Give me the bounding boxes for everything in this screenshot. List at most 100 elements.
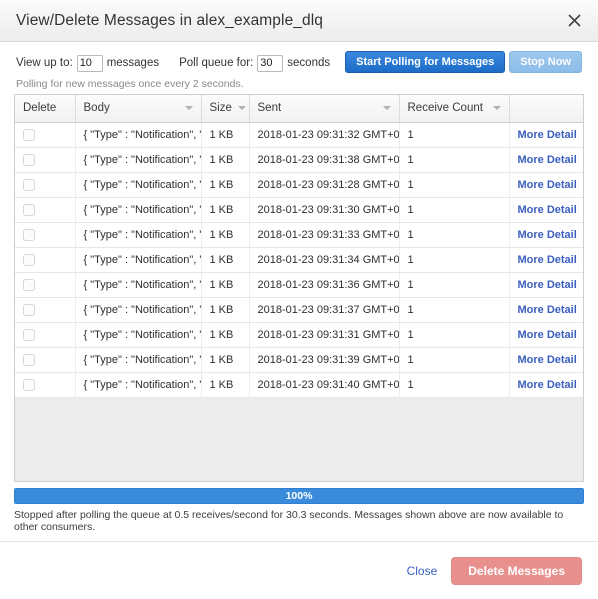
delete-cell <box>15 147 76 173</box>
body-cell: { "Type" : "Notification", "Me <box>75 297 202 323</box>
toolbar-buttons: Start Polling for Messages Stop Now <box>345 51 582 73</box>
size-cell: 1 KB <box>201 222 250 248</box>
table-row[interactable]: { "Type" : "Notification", "Me1 KB2018-0… <box>15 147 583 173</box>
more-detail-link[interactable]: More Detail <box>518 204 577 216</box>
more-detail-link[interactable]: More Detail <box>518 254 577 266</box>
stop-now-button[interactable]: Stop Now <box>509 51 582 73</box>
column-header-label: Receive Count <box>407 102 483 115</box>
detail-cell: More Detail <box>509 297 583 323</box>
row-delete-checkbox[interactable] <box>23 353 35 366</box>
table-row[interactable]: { "Type" : "Notification", "Me1 KB2018-0… <box>15 222 583 248</box>
chevron-down-icon[interactable] <box>492 106 501 111</box>
polling-progress-fill: 100% <box>15 489 583 503</box>
row-delete-checkbox[interactable] <box>23 303 35 316</box>
more-detail-link[interactable]: More Detail <box>518 229 577 241</box>
polling-toolbar: View up to: messages Poll queue for: sec… <box>0 42 598 90</box>
chevron-down-icon[interactable] <box>237 106 246 111</box>
more-detail-link[interactable]: More Detail <box>518 329 577 341</box>
table-header-row: Delete Body Size Sent Receive Count <box>15 95 583 123</box>
detail-cell: More Detail <box>509 122 583 148</box>
delete-cell <box>15 222 76 248</box>
more-detail-link[interactable]: More Detail <box>518 129 577 141</box>
size-cell: 1 KB <box>201 347 250 373</box>
more-detail-link[interactable]: More Detail <box>518 304 577 316</box>
more-detail-link[interactable]: More Detail <box>518 379 577 391</box>
row-delete-checkbox[interactable] <box>23 328 35 341</box>
chevron-down-icon[interactable] <box>184 106 193 111</box>
sent-cell: 2018-01-23 09:31:38 GMT+00:00 <box>249 147 400 173</box>
sent-cell: 2018-01-23 09:31:34 GMT+00:00 <box>249 247 400 273</box>
row-delete-checkbox[interactable] <box>23 378 35 391</box>
detail-cell: More Detail <box>509 172 583 198</box>
sent-cell: 2018-01-23 09:31:30 GMT+00:00 <box>249 197 400 223</box>
body-cell: { "Type" : "Notification", "Me <box>75 272 202 298</box>
detail-cell: More Detail <box>509 197 583 223</box>
row-delete-checkbox[interactable] <box>23 178 35 191</box>
seconds-label: seconds <box>287 57 331 69</box>
table-row[interactable]: { "Type" : "Notification", "Me1 KB2018-0… <box>15 372 583 398</box>
size-cell: 1 KB <box>201 372 250 398</box>
delete-cell <box>15 197 76 223</box>
chevron-down-icon[interactable] <box>382 106 391 111</box>
table-row[interactable]: { "Type" : "Notification", "Me1 KB2018-0… <box>15 297 583 323</box>
messages-table: Delete Body Size Sent Receive Count { "Type"… <box>15 95 583 398</box>
body-cell: { "Type" : "Notification", "Me <box>75 322 202 348</box>
start-polling-button[interactable]: Start Polling for Messages <box>345 51 506 73</box>
row-delete-checkbox[interactable] <box>23 153 35 166</box>
receive-count-cell: 1 <box>399 347 510 373</box>
view-delete-messages-dialog: View/Delete Messages in alex_example_dlq… <box>0 0 598 599</box>
receive-count-cell: 1 <box>399 272 510 298</box>
table-row[interactable]: { "Type" : "Notification", "Me1 KB2018-0… <box>15 322 583 348</box>
polling-status-message: Stopped after polling the queue at 0.5 r… <box>14 509 564 533</box>
column-header-receive-count[interactable]: Receive Count <box>399 95 510 123</box>
messages-table-body: { "Type" : "Notification", "Me1 KB2018-0… <box>15 122 583 398</box>
table-row[interactable]: { "Type" : "Notification", "Me1 KB2018-0… <box>15 347 583 373</box>
size-cell: 1 KB <box>201 297 250 323</box>
detail-cell: More Detail <box>509 272 583 298</box>
more-detail-link[interactable]: More Detail <box>518 354 577 366</box>
dialog-title: View/Delete Messages in alex_example_dlq <box>16 11 323 29</box>
row-delete-checkbox[interactable] <box>23 278 35 291</box>
delete-cell <box>15 122 76 148</box>
body-cell: { "Type" : "Notification", "Me <box>75 372 202 398</box>
body-cell: { "Type" : "Notification", "Me <box>75 222 202 248</box>
row-delete-checkbox[interactable] <box>23 253 35 266</box>
close-button[interactable]: Close <box>407 564 438 578</box>
delete-messages-button[interactable]: Delete Messages <box>451 556 582 585</box>
size-cell: 1 KB <box>201 322 250 348</box>
column-header-size[interactable]: Size <box>201 95 250 123</box>
poll-queue-input[interactable] <box>257 54 284 72</box>
row-delete-checkbox[interactable] <box>23 228 35 241</box>
more-detail-link[interactable]: More Detail <box>518 179 577 191</box>
view-up-to-input[interactable] <box>76 54 103 72</box>
sent-cell: 2018-01-23 09:31:40 GMT+00:00 <box>249 372 400 398</box>
receive-count-cell: 1 <box>399 322 510 348</box>
size-cell: 1 KB <box>201 272 250 298</box>
column-header-body[interactable]: Body <box>75 95 202 123</box>
receive-count-cell: 1 <box>399 147 510 173</box>
detail-cell: More Detail <box>509 247 583 273</box>
delete-cell <box>15 247 76 273</box>
sent-cell: 2018-01-23 09:31:36 GMT+00:00 <box>249 272 400 298</box>
sent-cell: 2018-01-23 09:31:39 GMT+00:00 <box>249 347 400 373</box>
table-row[interactable]: { "Type" : "Notification", "Me1 KB2018-0… <box>15 197 583 223</box>
table-row[interactable]: { "Type" : "Notification", "Me1 KB2018-0… <box>15 247 583 273</box>
close-icon[interactable] <box>563 10 585 32</box>
detail-cell: More Detail <box>509 372 583 398</box>
table-row[interactable]: { "Type" : "Notification", "Me1 KB2018-0… <box>15 272 583 298</box>
delete-cell <box>15 272 76 298</box>
body-cell: { "Type" : "Notification", "Me <box>75 247 202 273</box>
column-header-actions <box>509 95 583 123</box>
row-delete-checkbox[interactable] <box>23 203 35 216</box>
more-detail-link[interactable]: More Detail <box>518 279 577 291</box>
body-cell: { "Type" : "Notification", "Me <box>75 197 202 223</box>
row-delete-checkbox[interactable] <box>23 128 35 141</box>
table-row[interactable]: { "Type" : "Notification", "Me1 KB2018-0… <box>15 172 583 198</box>
size-cell: 1 KB <box>201 147 250 173</box>
table-row[interactable]: { "Type" : "Notification", "Me1 KB2018-0… <box>15 122 583 148</box>
column-header-sent[interactable]: Sent <box>249 95 400 123</box>
body-cell: { "Type" : "Notification", "Me <box>75 122 202 148</box>
body-cell: { "Type" : "Notification", "Me <box>75 172 202 198</box>
more-detail-link[interactable]: More Detail <box>518 154 577 166</box>
view-up-to-label: View up to: <box>16 57 73 69</box>
